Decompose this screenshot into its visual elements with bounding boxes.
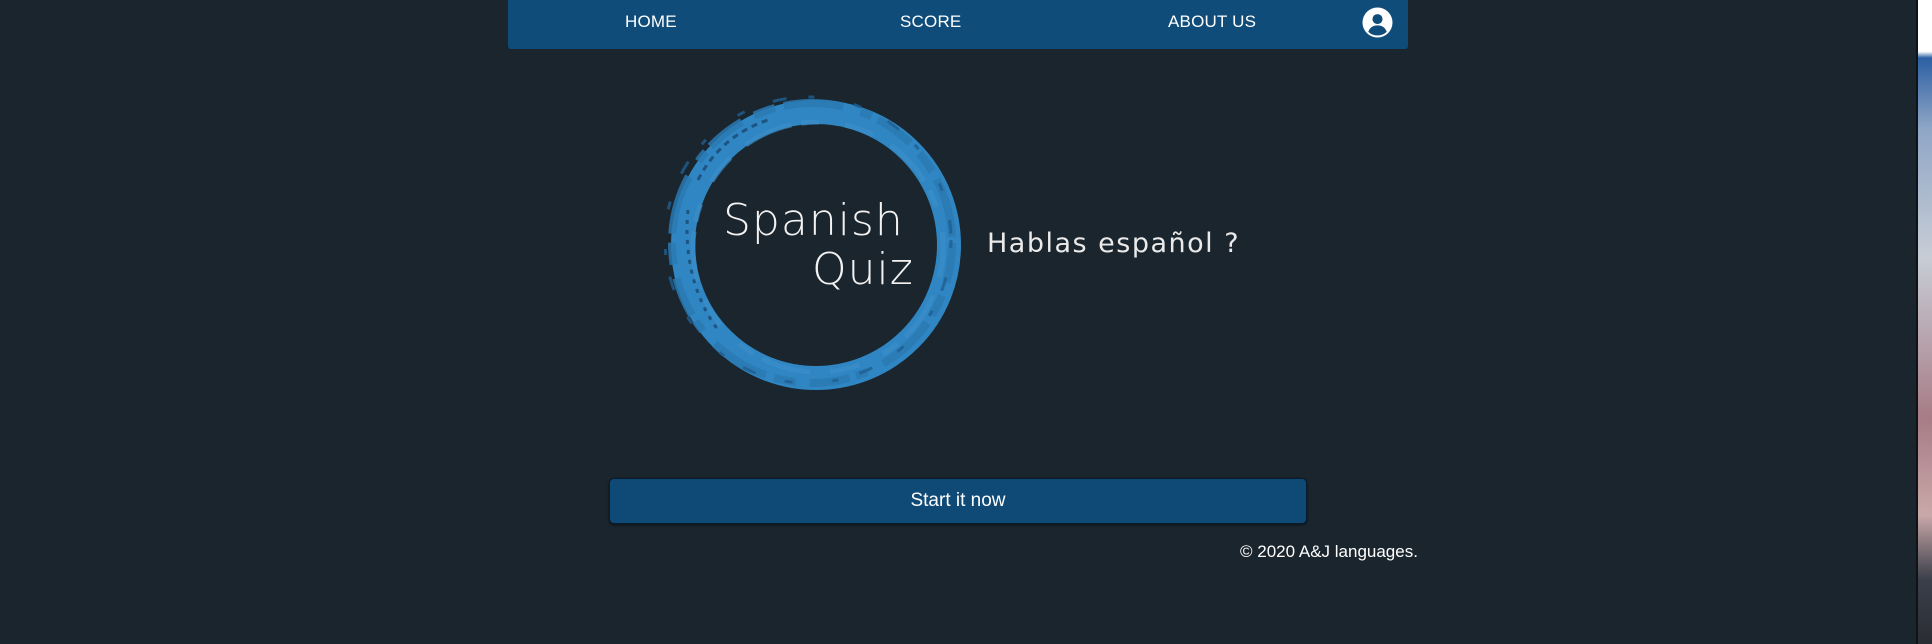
nav-about-link[interactable]: ABOUT US bbox=[1168, 12, 1256, 32]
start-quiz-button[interactable]: Start it now bbox=[609, 478, 1307, 524]
page: HOME SCORE ABOUT US Spanish Quiz Hablas … bbox=[0, 0, 1932, 644]
nav-home-link[interactable]: HOME bbox=[625, 12, 677, 32]
logo-title-line2: Quiz bbox=[812, 244, 914, 295]
adjacent-window-strip bbox=[1918, 0, 1932, 644]
user-circle-icon[interactable] bbox=[1362, 7, 1393, 38]
logo-title-line1: Spanish bbox=[723, 195, 904, 246]
hero-tagline: Hablas español ? bbox=[987, 228, 1241, 259]
footer-copyright: © 2020 A&J languages. bbox=[1240, 542, 1418, 561]
nav-score-link[interactable]: SCORE bbox=[900, 12, 961, 32]
top-navbar: HOME SCORE ABOUT US bbox=[508, 0, 1408, 49]
